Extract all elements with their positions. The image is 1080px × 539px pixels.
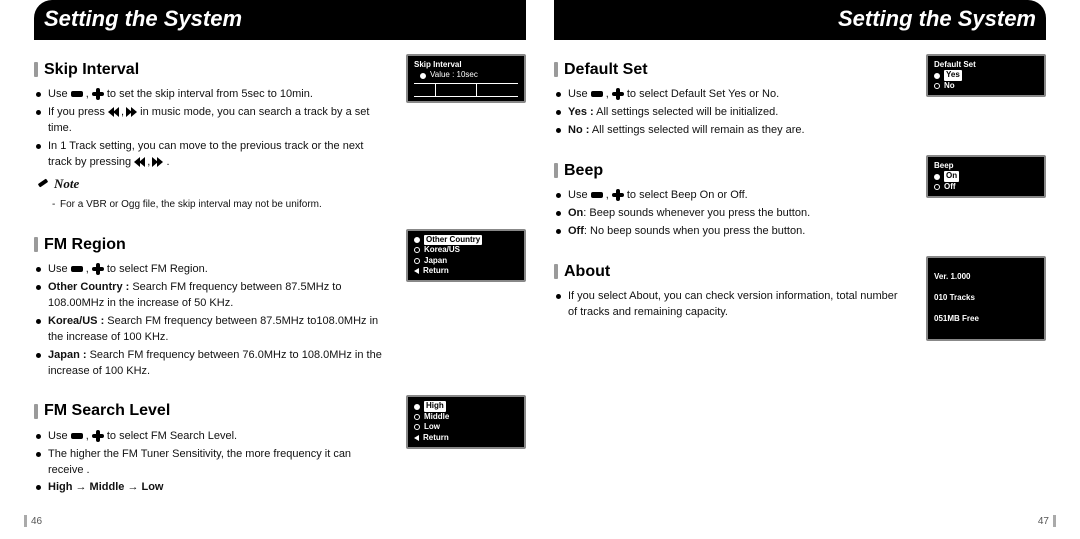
section-fm-region: FM Region Use , to select FM Region. Oth… <box>34 229 526 382</box>
header-title-left: Setting the System <box>44 6 242 31</box>
fmsearch-b3: High → Middle → Low <box>36 480 386 496</box>
beep-title: Beep <box>554 159 906 182</box>
header-title-right: Setting the System <box>838 6 1036 31</box>
minus-icon <box>71 266 83 272</box>
return-icon <box>414 268 419 274</box>
minus-icon <box>591 91 603 97</box>
page-left: Setting the System Skip Interval Use , t… <box>0 0 540 539</box>
content-left: Skip Interval Use , to set the skip inte… <box>34 54 526 539</box>
shot-beep: Beep On Off <box>926 155 1046 198</box>
prev-icon <box>134 157 144 167</box>
page-right: Setting the System Default Set Use , to … <box>540 0 1080 539</box>
skip-b2: If you press , in music mode, you can se… <box>36 105 386 137</box>
next-icon <box>153 157 163 167</box>
plus-icon <box>612 88 624 100</box>
shot-skip-interval: Skip Interval Value : 10sec <box>406 54 526 103</box>
header-right: Setting the System <box>554 0 1046 40</box>
beep-b3: Off: No beep sounds when you press the b… <box>556 224 906 240</box>
minus-icon <box>591 192 603 198</box>
defaultset-b1: Use , to select Default Set Yes or No. <box>556 87 906 103</box>
fmregion-b1: Use , to select FM Region. <box>36 262 386 278</box>
content-right: Default Set Use , to select Default Set … <box>554 54 1046 539</box>
page-number-right: 47 <box>1038 515 1056 527</box>
beep-b1: Use , to select Beep On or Off. <box>556 188 906 204</box>
skip-note1: For a VBR or Ogg file, the skip interval… <box>52 198 386 213</box>
fmregion-title: FM Region <box>34 233 386 256</box>
defaultset-title: Default Set <box>554 58 906 81</box>
beep-b2: On: Beep sounds whenever you press the b… <box>556 206 906 222</box>
minus-icon <box>71 91 83 97</box>
return-icon <box>414 435 419 441</box>
plus-icon <box>92 430 104 442</box>
minus-icon <box>71 433 83 439</box>
header-left: Setting the System <box>34 0 526 40</box>
shot-fm-search-level: High Middle Low Return <box>406 395 526 449</box>
prev-icon <box>108 107 118 117</box>
fmregion-b2: Other Country : Search FM frequency betw… <box>36 280 386 312</box>
section-default-set: Default Set Use , to select Default Set … <box>554 54 1046 141</box>
fmsearch-b1: Use , to select FM Search Level. <box>36 429 386 445</box>
section-fm-search-level: FM Search Level Use , to select FM Searc… <box>34 395 526 498</box>
skip-b1: Use , to set the skip interval from 5sec… <box>36 87 386 103</box>
plus-icon <box>92 88 104 100</box>
skip-b3: In 1 Track setting, you can move to the … <box>36 139 386 171</box>
shot-fm-region: Other Country Korea/US Japan Return <box>406 229 526 283</box>
section-beep: Beep Use , to select Beep On or Off. On:… <box>554 155 1046 242</box>
plus-icon <box>92 263 104 275</box>
shot-about: Ver. 1.000 010 Tracks 051MB Free <box>926 256 1046 341</box>
fmregion-b4: Japan : Search FM frequency between 76.0… <box>36 348 386 380</box>
fmsearch-b2: The higher the FM Tuner Sensitivity, the… <box>36 447 386 479</box>
next-icon <box>127 107 137 117</box>
section-skip-interval: Skip Interval Use , to set the skip inte… <box>34 54 526 215</box>
pencil-icon <box>38 178 50 190</box>
plus-icon <box>612 189 624 201</box>
page-number-left: 46 <box>24 515 42 527</box>
fmsearch-title: FM Search Level <box>34 399 386 422</box>
shot-default-set: Default Set Yes No <box>926 54 1046 97</box>
about-title: About <box>554 260 906 283</box>
page-spread: Setting the System Skip Interval Use , t… <box>0 0 1080 539</box>
about-b1: If you select About, you can check versi… <box>556 289 906 321</box>
fmregion-b3: Korea/US : Search FM frequency between 8… <box>36 314 386 346</box>
defaultset-b2: Yes : All settings selected will be init… <box>556 105 906 121</box>
defaultset-b3: No : All settings selected will remain a… <box>556 123 906 139</box>
note-block: Note For a VBR or Ogg file, the skip int… <box>38 175 386 213</box>
skip-title: Skip Interval <box>34 58 386 81</box>
section-about: About If you select About, you can check… <box>554 256 1046 341</box>
